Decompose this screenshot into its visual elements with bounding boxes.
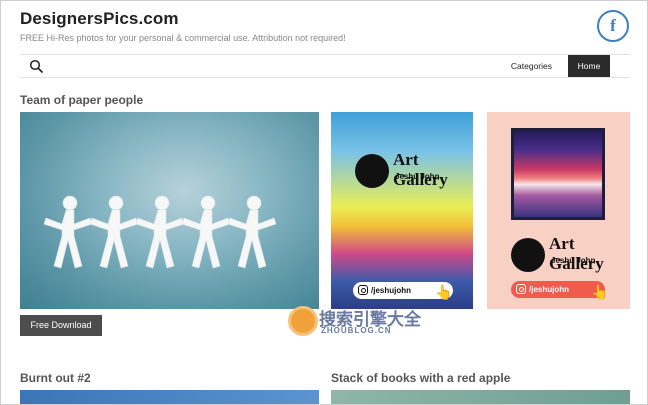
instagram-handle-text-2: /jeshujohn xyxy=(529,285,569,294)
free-download-button[interactable]: Free Download xyxy=(20,315,102,336)
facebook-icon-glyph: f xyxy=(610,16,616,35)
art-gallery-badge-2: Art Gallery Jeshu John xyxy=(511,234,607,278)
art-gallery-badge: Art Gallery Jeshu John xyxy=(355,150,451,194)
instagram-icon xyxy=(358,285,368,295)
featured-image[interactable] xyxy=(20,112,319,309)
site-title[interactable]: DesignersPics.com xyxy=(20,9,179,29)
books-apple-image[interactable] xyxy=(331,390,630,404)
pointer-hand-icon: 👆 xyxy=(591,284,609,300)
art-gallery-subtitle: Jeshu John xyxy=(395,172,440,181)
sunset-painting xyxy=(511,128,605,220)
art-gallery-logo-icon xyxy=(511,238,545,272)
paper-people-illustration xyxy=(43,195,277,269)
section-title-books-apple[interactable]: Stack of books with a red apple xyxy=(331,371,510,385)
art-gallery-title: Art Gallery xyxy=(393,150,448,189)
burnt-out-image[interactable] xyxy=(20,390,319,404)
section-title-burnt-out[interactable]: Burnt out #2 xyxy=(20,371,91,385)
page: DesignersPics.com FREE Hi-Res photos for… xyxy=(0,0,648,405)
site-tagline: FREE Hi-Res photos for your personal & c… xyxy=(20,33,346,43)
pointer-hand-icon: 👆 xyxy=(435,284,453,300)
nav-home[interactable]: Home xyxy=(568,55,610,77)
ad-banner-art-gallery[interactable]: Art Gallery Jeshu John /jeshujohn 👆 xyxy=(331,112,473,309)
instagram-handle-text: /jeshujohn xyxy=(371,286,411,295)
section-title[interactable]: Team of paper people xyxy=(20,93,143,107)
art-gallery-subtitle-2: Jeshu John xyxy=(551,256,596,265)
art-gallery-logo-icon xyxy=(355,154,389,188)
search-icon[interactable] xyxy=(29,59,43,73)
navbar: Categories Home xyxy=(20,54,630,78)
art-gallery-title-2: Art Gallery xyxy=(549,234,604,273)
ad-banner-art-gallery-2[interactable]: Art Gallery Jeshu John /jeshujohn 👆 xyxy=(487,112,630,309)
watermark-url: ZHOUBLOG.CN xyxy=(321,326,392,335)
facebook-icon[interactable]: f xyxy=(597,10,629,42)
watermark-logo-icon xyxy=(288,306,318,336)
instagram-icon xyxy=(516,284,526,294)
nav-categories[interactable]: Categories xyxy=(503,55,560,77)
